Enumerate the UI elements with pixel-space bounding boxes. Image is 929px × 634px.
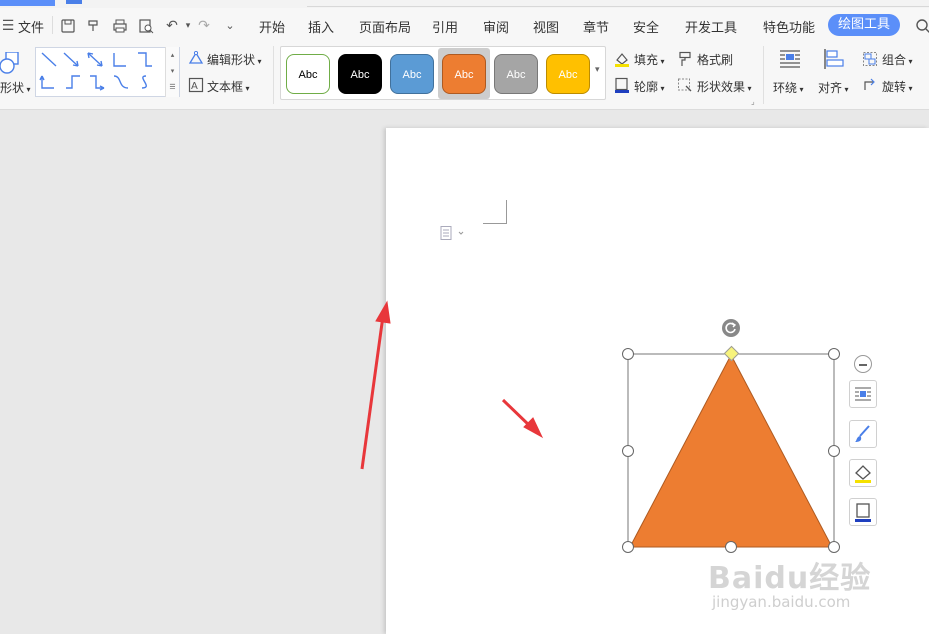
resize-handle-right[interactable] (828, 445, 840, 457)
baidu-watermark-logo: Baidu经验 (708, 561, 872, 596)
resize-handle-bottom-right[interactable] (828, 541, 840, 553)
shape-fill-button[interactable] (849, 459, 877, 487)
resize-handle-bottom-left[interactable] (622, 541, 634, 553)
resize-handle-left[interactable] (622, 445, 634, 457)
brush-icon (855, 425, 870, 442)
shape-outline-button[interactable] (849, 498, 877, 526)
wrap-layout-icon (855, 387, 871, 401)
rotate-handle-icon[interactable] (722, 319, 740, 337)
collapse-toolbar-icon[interactable] (854, 355, 872, 373)
resize-handle-top-right[interactable] (828, 348, 840, 360)
baidu-watermark-url: jingyan.baidu.com (712, 593, 851, 611)
resize-handle-bottom[interactable] (725, 541, 737, 553)
shape-style-button[interactable] (849, 420, 877, 448)
arrow-up-head (375, 300, 391, 324)
outline-border-icon (855, 503, 871, 522)
resize-handle-top-left[interactable] (622, 348, 634, 360)
fill-bucket-icon (855, 465, 871, 483)
layout-options-button[interactable] (849, 380, 877, 408)
